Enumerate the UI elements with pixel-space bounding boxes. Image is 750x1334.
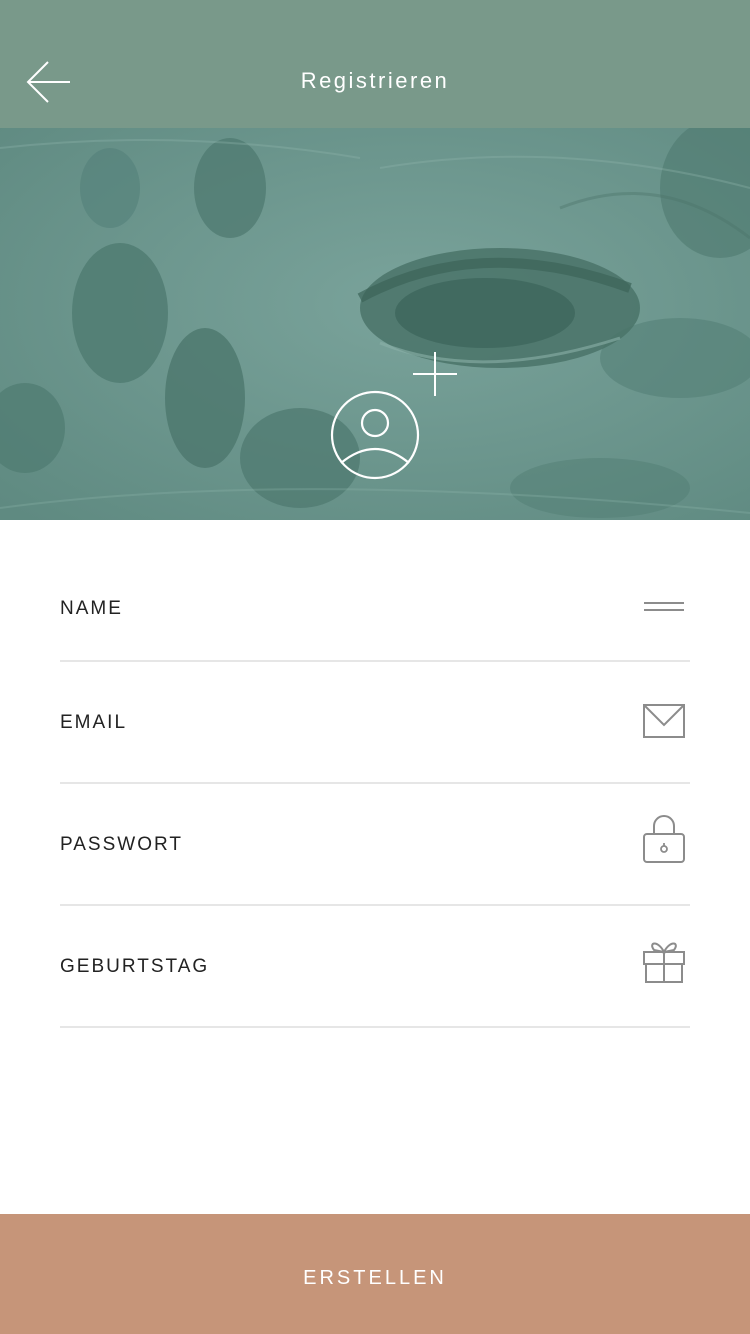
plus-icon bbox=[413, 352, 457, 396]
hero-image bbox=[0, 128, 750, 520]
email-field[interactable]: EMAIL bbox=[60, 662, 690, 784]
password-label: PASSWORT bbox=[60, 834, 183, 855]
email-label: EMAIL bbox=[60, 712, 128, 733]
password-field[interactable]: PASSWORT bbox=[60, 784, 690, 906]
create-button[interactable]: ERSTELLEN bbox=[0, 1214, 750, 1334]
lock-icon bbox=[643, 815, 685, 863]
envelope-icon bbox=[643, 704, 685, 738]
name-field[interactable]: NAME bbox=[60, 548, 690, 662]
page-title: Registrieren bbox=[300, 68, 450, 93]
gift-icon bbox=[643, 942, 685, 983]
birthday-label: GEBURTSTAG bbox=[60, 956, 210, 977]
menu-lines-icon bbox=[644, 602, 684, 611]
add-photo-button[interactable] bbox=[328, 352, 460, 485]
name-label: NAME bbox=[60, 598, 123, 619]
app-header: Registrieren bbox=[0, 0, 750, 128]
birthday-field[interactable]: GEBURTSTAG bbox=[60, 906, 690, 1028]
registration-form: NAME EMAIL PASSWORT GEBURTSTAG bbox=[60, 548, 690, 1028]
